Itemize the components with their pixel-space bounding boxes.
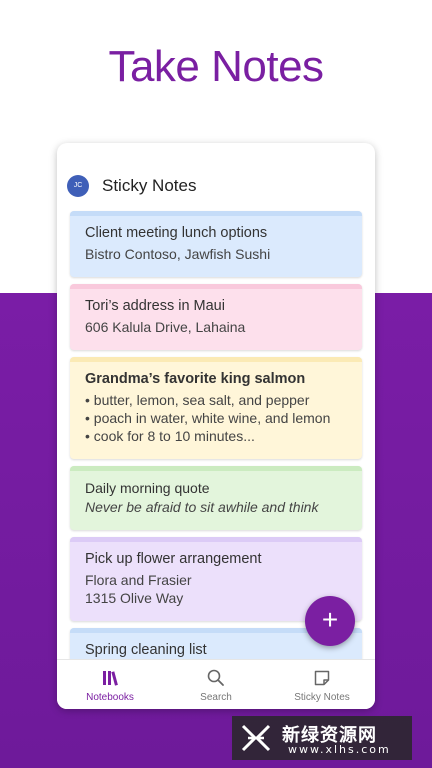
watermark-logo xyxy=(241,724,271,752)
avatar[interactable]: JC xyxy=(67,175,89,197)
note-line: Flora and Frasier xyxy=(85,572,192,588)
note-line: 606 Kalula Drive, Lahaina xyxy=(85,319,246,335)
note-title: Spring cleaning list xyxy=(85,642,207,658)
add-note-button[interactable]: + xyxy=(305,596,355,646)
note-line: 1315 Olive Way xyxy=(85,590,184,606)
note-card[interactable]: Grandma’s favorite king salmon • butter,… xyxy=(70,357,362,459)
note-line: • poach in water, white wine, and lemon xyxy=(85,410,331,426)
nav-search[interactable]: Search xyxy=(163,660,269,709)
app-header: JC Sticky Notes xyxy=(57,167,375,207)
nav-sticky-notes[interactable]: Sticky Notes xyxy=(269,660,375,709)
note-title: Daily morning quote xyxy=(85,480,210,496)
notebooks-icon xyxy=(103,671,118,686)
page-title: Sticky Notes xyxy=(102,176,197,195)
note-line: • butter, lemon, sea salt, and pepper xyxy=(85,392,310,408)
note-bar xyxy=(70,211,362,216)
note-title: Pick up flower arrangement xyxy=(85,551,262,567)
note-card[interactable]: Client meeting lunch options Bistro Cont… xyxy=(70,211,362,277)
note-title: Tori’s address in Maui xyxy=(85,298,225,314)
note-card[interactable]: Daily morning quote Never be afraid to s… xyxy=(70,466,362,530)
note-bar xyxy=(70,537,362,542)
nav-label: Sticky Notes xyxy=(294,692,350,703)
note-bar xyxy=(70,357,362,362)
bottom-nav: Notebooks Search Sticky Notes xyxy=(57,659,375,709)
search-icon xyxy=(207,669,224,686)
nav-label: Search xyxy=(200,692,232,703)
nav-label: Notebooks xyxy=(86,692,134,703)
hero-title: Take Notes xyxy=(108,42,324,91)
note-line: Bistro Contoso, Jawfish Sushi xyxy=(85,246,271,262)
note-card[interactable]: Tori’s address in Maui 606 Kalula Drive,… xyxy=(70,284,362,350)
note-title: Grandma’s favorite king salmon xyxy=(85,371,306,387)
watermark: 新绿资源网 www.xlhs.com xyxy=(232,716,412,760)
note-bar xyxy=(70,466,362,471)
sticky-note-icon xyxy=(314,670,330,686)
phone-screen: JC Sticky Notes Client meeting lunch opt… xyxy=(57,143,375,709)
note-bar xyxy=(70,284,362,289)
note-title: Client meeting lunch options xyxy=(85,225,268,241)
note-line: Never be afraid to sit awhile and think xyxy=(85,499,319,515)
watermark-url: www.xlhs.com xyxy=(288,743,391,756)
nav-notebooks[interactable]: Notebooks xyxy=(57,660,163,709)
note-line: • cook for 8 to 10 minutes... xyxy=(85,428,255,444)
